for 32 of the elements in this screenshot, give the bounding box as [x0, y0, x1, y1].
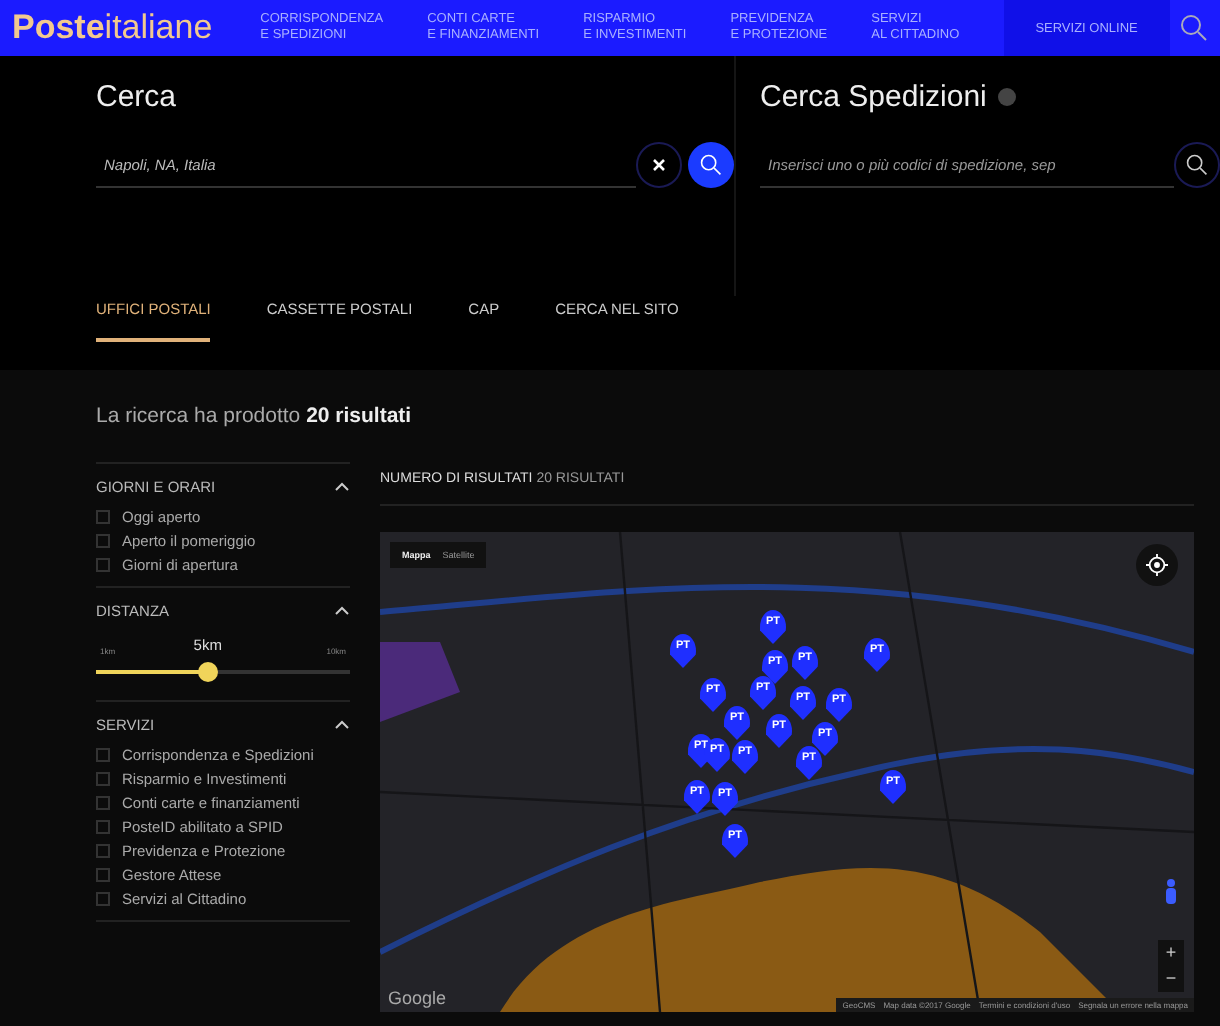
zoom-out-button[interactable]: − — [1158, 966, 1184, 992]
checkbox[interactable] — [96, 796, 110, 810]
chevron-icon[interactable] — [334, 482, 350, 492]
search-icon[interactable] — [1180, 14, 1209, 42]
checkbox[interactable] — [96, 558, 110, 572]
checkbox[interactable] — [96, 820, 110, 834]
checkbox[interactable] — [96, 844, 110, 858]
clear-button[interactable] — [636, 142, 682, 188]
chevron-icon[interactable] — [334, 720, 350, 730]
help-icon[interactable] — [998, 88, 1017, 106]
shipment-search-title: Cerca Spedizioni — [760, 80, 987, 114]
results-summary: La ricerca ha prodotto 20 risultati — [96, 404, 412, 428]
search-button[interactable] — [1174, 142, 1220, 188]
checkbox[interactable] — [96, 772, 110, 786]
search-title: Cerca — [96, 80, 179, 114]
crosshair-icon — [1146, 554, 1168, 576]
locate-button[interactable] — [1136, 544, 1178, 586]
search-button[interactable] — [688, 142, 734, 188]
checkbox[interactable] — [96, 534, 110, 548]
slider-thumb[interactable] — [197, 662, 218, 682]
checkbox[interactable] — [96, 868, 110, 882]
logo[interactable]: Posteitaliane — [12, 8, 213, 48]
search-icon — [1186, 154, 1208, 176]
checkbox[interactable] — [96, 892, 110, 906]
close-icon — [652, 158, 666, 172]
map-logo: Google — [388, 988, 447, 1008]
search-icon — [700, 154, 722, 176]
chevron-icon[interactable] — [334, 606, 350, 616]
checkbox[interactable] — [96, 510, 110, 524]
zoom-in-button[interactable]: + — [1158, 940, 1184, 966]
pegman-icon[interactable] — [1162, 878, 1180, 906]
checkbox[interactable] — [96, 748, 110, 762]
